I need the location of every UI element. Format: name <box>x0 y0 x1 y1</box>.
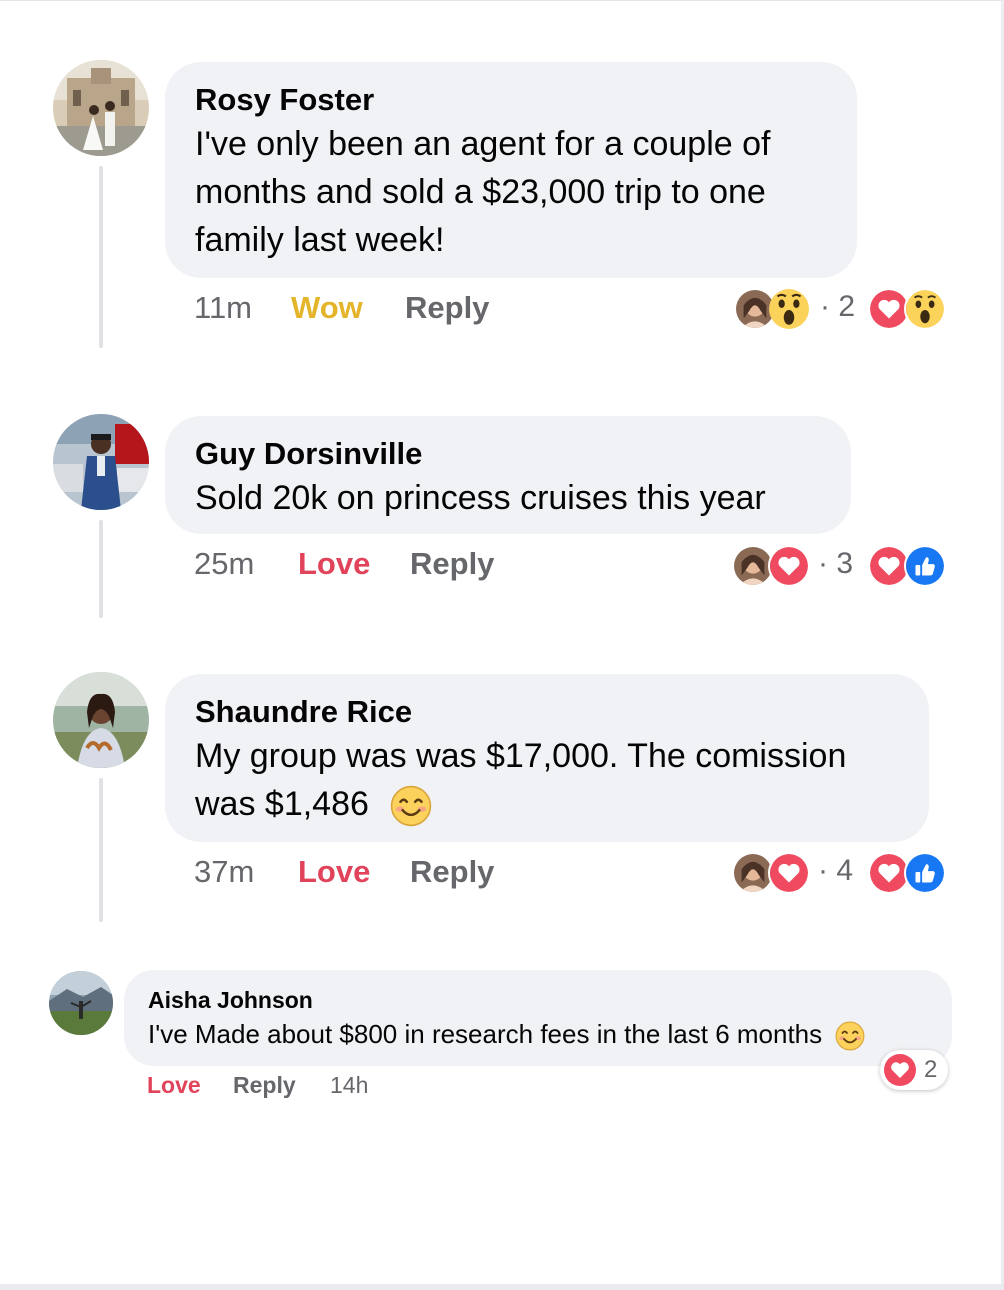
thread-line <box>99 166 103 348</box>
comment-line: was $1,486 <box>195 780 899 828</box>
thread-line <box>99 778 103 922</box>
wow-emoji-icon <box>768 288 810 330</box>
reaction-summary[interactable]: · 3 <box>732 545 950 589</box>
wow-reaction-button[interactable]: Wow <box>291 290 363 326</box>
comment-line: months and sold a $23,000 trip to one <box>195 173 766 211</box>
reaction-count: · 3 <box>818 547 854 580</box>
comment-bubble: Aisha Johnson I've Made about $800 in re… <box>124 970 952 1066</box>
smiling-face-emoji-icon <box>835 1021 865 1051</box>
love-reaction-button[interactable]: Love <box>298 854 370 890</box>
comment-actions: 37m Love Reply <box>194 854 514 894</box>
comment-line: I've only been an agent for a couple of <box>195 125 771 163</box>
reaction-count: 2 <box>924 1056 938 1083</box>
like-reaction-icon <box>904 545 946 587</box>
like-reaction-icon <box>904 852 946 894</box>
comment-actions: Love Reply 14h <box>147 1072 407 1104</box>
comment-timestamp[interactable]: 11m <box>194 290 252 326</box>
reaction-summary[interactable]: · 2 <box>734 288 949 332</box>
bottom-divider <box>0 1284 1004 1290</box>
comment-timestamp[interactable]: 37m <box>194 854 254 890</box>
comment-bubble: Shaundre Rice My group was was $17,000. … <box>165 674 929 842</box>
reply-button[interactable]: Reply <box>405 290 489 326</box>
comment-bubble: Rosy Foster I've only been an agent for … <box>165 62 857 278</box>
comment-author[interactable]: Guy Dorsinville <box>195 434 821 474</box>
reaction-summary[interactable]: · 4 <box>732 852 950 896</box>
avatar-shaundre-rice[interactable] <box>53 672 149 768</box>
comment-line-text: was $1,486 <box>195 785 369 823</box>
comment-actions: 25m Love Reply <box>194 546 514 586</box>
love-reaction-button[interactable]: Love <box>147 1072 201 1099</box>
comment-author[interactable]: Rosy Foster <box>195 80 827 120</box>
comment-timestamp[interactable]: 14h <box>330 1072 368 1099</box>
comment-actions: 11m Wow Reply <box>194 290 514 330</box>
comment-timestamp[interactable]: 25m <box>194 546 254 582</box>
comment-bubble: Guy Dorsinville Sold 20k on princess cru… <box>165 416 851 534</box>
comment-line: family last week! <box>195 221 445 259</box>
reply-button[interactable]: Reply <box>233 1072 296 1099</box>
reaction-count: · 4 <box>818 854 854 887</box>
love-reaction-icon <box>768 545 810 587</box>
comment-author[interactable]: Aisha Johnson <box>148 984 928 1016</box>
comment-line: Sold 20k on princess cruises this year <box>195 479 766 517</box>
wow-reaction-icon <box>904 288 946 330</box>
love-reaction-button[interactable]: Love <box>298 546 370 582</box>
avatar-guy-dorsinville[interactable] <box>53 414 149 510</box>
thread-line <box>99 520 103 618</box>
avatar-aisha-johnson[interactable] <box>49 971 113 1035</box>
reaction-summary[interactable]: 2 <box>880 1050 948 1090</box>
love-reaction-icon <box>768 852 810 894</box>
reaction-count: · 2 <box>820 290 856 323</box>
smiling-face-emoji-icon <box>390 785 432 827</box>
avatar-rosy-foster[interactable] <box>53 60 149 156</box>
comment-author[interactable]: Shaundre Rice <box>195 692 899 732</box>
reply-button[interactable]: Reply <box>410 546 494 582</box>
love-reaction-icon <box>884 1054 916 1086</box>
comment-line: I've Made about $800 in research fees in… <box>148 1016 928 1052</box>
comment-line-text: I've Made about $800 in research fees in… <box>148 1019 823 1049</box>
reply-button[interactable]: Reply <box>410 854 494 890</box>
comment-line: My group was was $17,000. The comission <box>195 737 847 775</box>
